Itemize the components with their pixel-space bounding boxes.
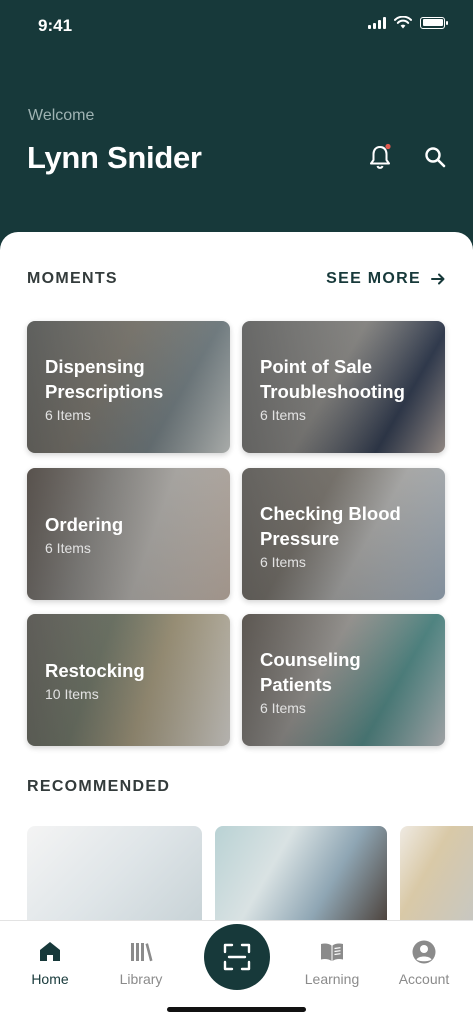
card-title: Counseling Patients [260,649,361,695]
wifi-icon [394,16,412,29]
tab-library[interactable]: Library [101,939,181,987]
recommended-card-3[interactable] [400,826,473,926]
home-icon [40,942,60,961]
moment-card-dispensing[interactable]: Dispensing Prescriptions 6 Items [27,321,230,453]
battery-icon [420,16,448,29]
card-count: 6 Items [45,540,91,556]
tab-account[interactable]: Account [384,939,464,987]
user-name: Lynn Snider [27,140,202,175]
moment-card-counseling[interactable]: Counseling Patients 6 Items [242,614,445,746]
tab-home[interactable]: Home [10,939,90,987]
moment-card-blood-pressure[interactable]: Checking Blood Pressure 6 Items [242,468,445,600]
scan-button[interactable] [204,924,270,990]
moment-card-restocking[interactable]: Restocking 10 Items [27,614,230,746]
account-icon [412,940,436,964]
search-icon[interactable] [423,145,447,169]
home-indicator [167,1007,306,1012]
bell-icon[interactable] [367,143,393,171]
tab-account-label: Account [398,971,450,987]
library-icon [131,943,153,962]
moment-card-point-of-sale[interactable]: Point of Sale Troubleshooting 6 Items [242,321,445,453]
tab-library-label: Library [119,971,163,987]
card-title: Point of Sale Troubleshooting [260,356,405,402]
welcome-text: Welcome [28,107,95,124]
recommended-heading: RECOMMENDED [27,778,171,795]
recommended-card-2[interactable] [215,826,387,926]
cellular-signal-icon [368,16,386,29]
book-icon [321,943,343,961]
status-icons [368,16,448,29]
scan-icon [223,943,251,971]
card-title: Ordering [45,514,124,535]
tab-home-label: Home [31,971,69,987]
see-more-label: SEE MORE [326,270,421,287]
status-time: 9:41 [38,16,73,35]
arrow-right-icon [431,273,445,285]
card-count: 6 Items [260,407,306,423]
card-title: Dispensing Prescriptions [45,356,164,402]
moments-heading: MOMENTS [27,270,118,287]
status-bar: 9:41 [0,0,473,50]
header: 9:41 Welcome Lynn Snider [0,0,473,260]
card-count: 10 Items [45,686,99,702]
card-title: Checking Blood Pressure [260,503,401,549]
see-more-link[interactable]: SEE MORE [326,270,445,288]
moment-card-ordering[interactable]: Ordering 6 Items [27,468,230,600]
tab-learning-label: Learning [304,971,360,987]
card-count: 6 Items [45,407,91,423]
card-count: 6 Items [260,554,306,570]
card-title: Restocking [45,660,145,681]
recommended-card-1[interactable] [27,826,202,926]
tab-learning[interactable]: Learning [292,939,372,987]
card-count: 6 Items [260,700,306,716]
